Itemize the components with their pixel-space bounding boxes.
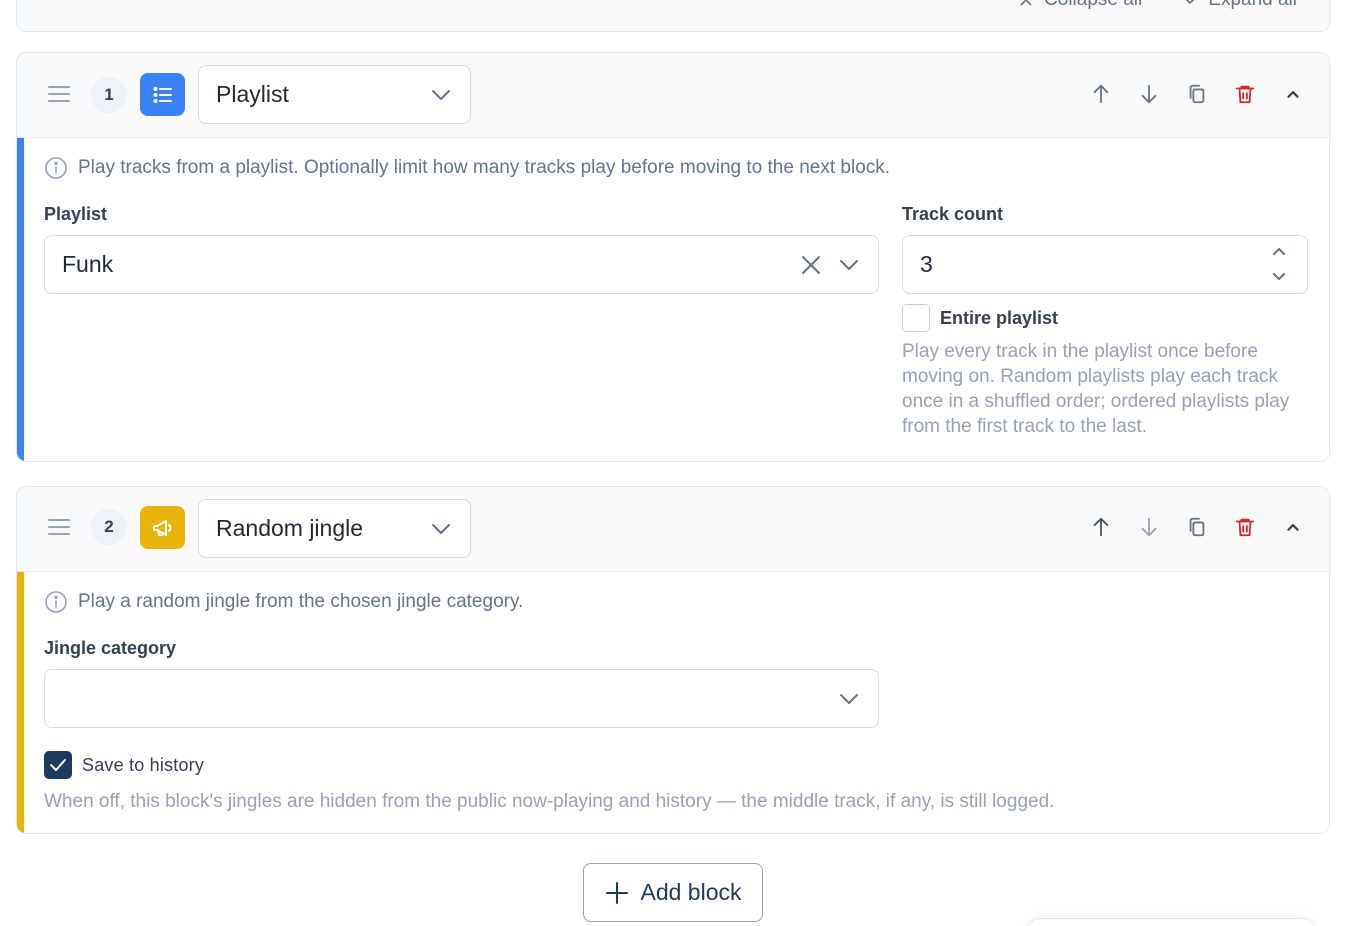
arrow-up-icon (1093, 517, 1109, 537)
entire-playlist-checkbox[interactable] (902, 304, 930, 332)
arrow-up-icon (1093, 84, 1109, 104)
entire-playlist-label: Entire playlist (940, 308, 1059, 328)
playlist-select[interactable]: Funk (44, 235, 879, 294)
track-count-input[interactable]: 3 (902, 235, 1308, 294)
block-description: Play tracks from a playlist. Optionally … (44, 156, 890, 180)
jingle-category-select[interactable] (44, 669, 879, 728)
block-playlist: 1 Playlist Play tracks from a playlist. … (16, 52, 1330, 462)
save-history-checkbox[interactable] (44, 751, 72, 779)
copy-icon (1189, 84, 1205, 104)
block-actions (1089, 514, 1305, 540)
playlist-label: Playlist (44, 204, 108, 224)
chevron-down-icon (432, 524, 450, 534)
delete-button[interactable] (1233, 81, 1257, 107)
save-history-label: Save to history (82, 755, 205, 775)
block-type-select[interactable]: Playlist (198, 65, 471, 124)
arrow-down-icon (1141, 84, 1157, 104)
save-history-help: When off, this block's jingles are hidde… (44, 791, 1055, 812)
move-up-button[interactable] (1089, 81, 1113, 107)
plus-icon (606, 881, 629, 904)
info-icon (45, 591, 67, 613)
block-random-jingle: 2 Random jingle Play a random jingle fro… (16, 486, 1330, 834)
track-count-label: Track count (902, 204, 1004, 224)
duplicate-button[interactable] (1185, 514, 1209, 540)
chevron-down-icon (1186, 0, 1195, 5)
entire-playlist-help: Play every track in the playlist once be… (902, 341, 1290, 437)
collapse-icon (1020, 0, 1032, 6)
block-actions (1089, 81, 1305, 107)
clear-icon[interactable] (800, 254, 822, 276)
trash-icon (1235, 518, 1255, 537)
block-header: 2 Random jingle (17, 487, 1329, 572)
expand-all-button[interactable]: Expand all (1182, 0, 1297, 11)
move-down-button[interactable] (1137, 514, 1161, 540)
chevron-down-icon (840, 694, 858, 704)
block-number: 1 (91, 77, 127, 113)
trash-icon (1235, 85, 1255, 104)
add-block-button[interactable]: Add block (583, 863, 763, 922)
block-number: 2 (91, 509, 127, 545)
drag-handle-icon[interactable] (47, 517, 71, 537)
move-up-button[interactable] (1089, 514, 1113, 540)
chevron-up-icon (1287, 524, 1299, 531)
chevron-down-icon (432, 90, 450, 100)
collapse-block-button[interactable] (1281, 514, 1305, 540)
copy-icon (1189, 517, 1205, 537)
move-down-button[interactable] (1137, 81, 1161, 107)
duplicate-button[interactable] (1185, 81, 1209, 107)
info-icon (45, 157, 67, 179)
stepper-icon[interactable] (1271, 244, 1287, 284)
block-type-select[interactable]: Random jingle (198, 499, 471, 558)
jingle-category-label: Jingle category (44, 638, 177, 658)
floating-panel (1026, 918, 1316, 926)
block-description: Play a random jingle from the chosen jin… (44, 590, 523, 614)
blocks-toolbar: Collapse all Expand all (16, 0, 1330, 32)
delete-button[interactable] (1233, 514, 1257, 540)
arrow-down-icon (1141, 517, 1157, 537)
block-header: 1 Playlist (17, 53, 1329, 138)
drag-handle-icon[interactable] (47, 84, 71, 104)
collapse-all-button[interactable]: Collapse all (1018, 0, 1142, 11)
chevron-up-icon (1287, 91, 1299, 98)
collapse-block-button[interactable] (1281, 81, 1305, 107)
list-icon (140, 73, 185, 116)
chevron-down-icon (840, 260, 858, 270)
megaphone-icon (140, 506, 185, 549)
check-icon (50, 759, 66, 771)
